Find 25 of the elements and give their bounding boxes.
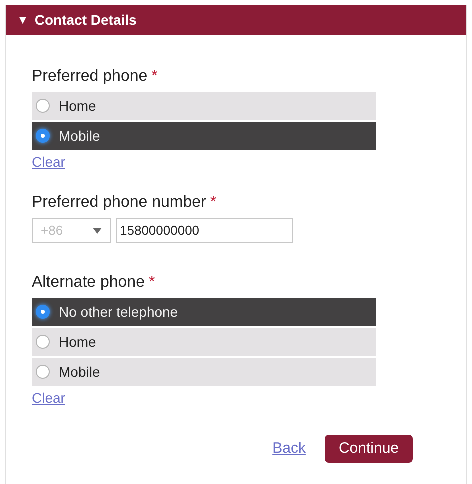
section-title: Contact Details <box>34 10 137 30</box>
back-link[interactable]: Back <box>272 438 306 460</box>
radio-option[interactable]: Mobile <box>32 358 376 386</box>
field-label: Alternate phone <box>32 273 145 293</box>
radio-option[interactable]: No other telephone <box>32 298 376 326</box>
radio-button[interactable] <box>36 365 50 379</box>
radio-option[interactable]: Mobile <box>32 122 376 150</box>
required-asterisk: * <box>148 273 156 293</box>
field-label: Preferred phone <box>32 67 148 87</box>
required-asterisk: * <box>210 193 217 213</box>
section-header[interactable]: ▼ Contact Details <box>6 5 466 35</box>
toggle-triangle[interactable]: ▼ <box>17 11 29 29</box>
caret-icon <box>93 228 102 234</box>
phone-number-field[interactable]: 15800000000 <box>116 218 293 243</box>
radio-button[interactable] <box>36 305 50 319</box>
continue-button[interactable]: Continue <box>324 435 413 463</box>
required-asterisk: * <box>152 67 158 87</box>
clear-link[interactable]: Clear <box>32 388 66 409</box>
radio-button[interactable] <box>36 335 50 349</box>
radio-button[interactable] <box>36 99 50 113</box>
radio-option[interactable]: Home <box>32 328 376 356</box>
radio-option[interactable]: Home <box>32 92 376 120</box>
clear-link[interactable]: Clear <box>32 152 66 173</box>
radio-button[interactable] <box>36 129 50 143</box>
field-label: Preferred phone number <box>32 193 206 213</box>
